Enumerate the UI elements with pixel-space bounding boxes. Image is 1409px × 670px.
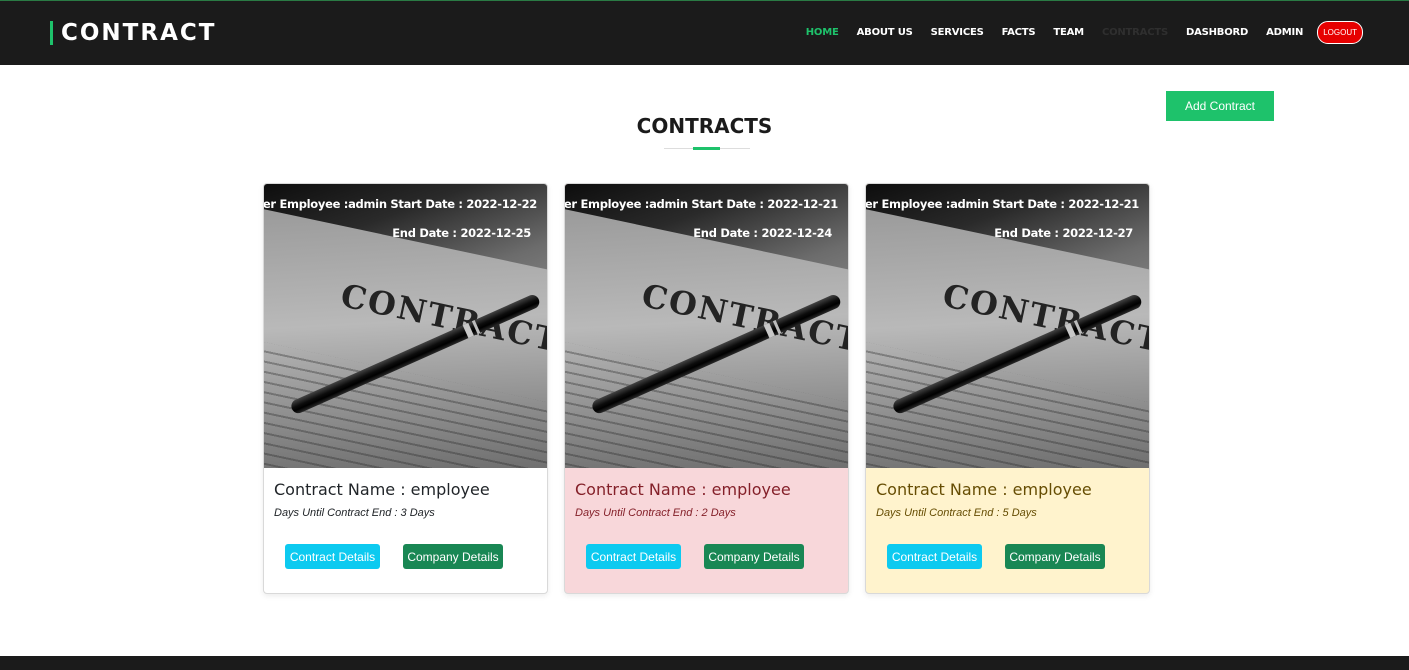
contract-card-image: CONTRACT Officer Employee :admin Start D…: [264, 184, 547, 468]
brand-accent-bar: [50, 21, 53, 45]
contract-name: Contract Name : employee: [876, 480, 1092, 499]
contract-card-image: CONTRACT Officer Employee :admin Start D…: [565, 184, 848, 468]
card-officer-start-date: Officer Employee :admin Start Date : 202…: [866, 197, 1139, 211]
logout-button[interactable]: LOGOUT: [1317, 21, 1363, 44]
title-divider-accent: [693, 147, 720, 150]
contract-card-image: CONTRACT Officer Employee :admin Start D…: [866, 184, 1149, 468]
contract-card-body: Contract Name : employee Days Until Cont…: [866, 468, 1149, 593]
card-officer-start-date: Officer Employee :admin Start Date : 202…: [565, 197, 838, 211]
nav-menu: HOME ABOUT US SERVICES FACTS TEAM CONTRA…: [788, 21, 1363, 44]
card-end-date: End Date : 2022-12-25: [392, 226, 531, 240]
card-end-date: End Date : 2022-12-24: [693, 226, 832, 240]
company-details-button[interactable]: Company Details: [1005, 544, 1105, 569]
card-actions: Contract Details Company Details: [285, 544, 503, 569]
contract-name: Contract Name : employee: [575, 480, 791, 499]
company-details-button[interactable]: Company Details: [403, 544, 503, 569]
nav-item-admin[interactable]: ADMIN: [1266, 27, 1303, 38]
contract-details-button[interactable]: Contract Details: [285, 544, 380, 569]
days-until-end: Days Until Contract End : 3 Days: [274, 507, 435, 519]
contract-card: CONTRACT Officer Employee :admin Start D…: [564, 183, 849, 594]
contract-card-body: Contract Name : employee Days Until Cont…: [565, 468, 848, 593]
nav-item-home[interactable]: HOME: [806, 27, 839, 38]
top-navbar: CONTRACT HOME ABOUT US SERVICES FACTS TE…: [0, 0, 1409, 65]
contract-card: CONTRACT Officer Employee :admin Start D…: [865, 183, 1150, 594]
contract-card-body: Contract Name : employee Days Until Cont…: [264, 468, 547, 593]
contract-details-button[interactable]: Contract Details: [586, 544, 681, 569]
nav-item-dashboard[interactable]: DASHBORD: [1186, 27, 1248, 38]
card-actions: Contract Details Company Details: [887, 544, 1105, 569]
contract-details-button[interactable]: Contract Details: [887, 544, 982, 569]
card-officer-start-date: Officer Employee :admin Start Date : 202…: [264, 197, 537, 211]
days-until-end: Days Until Contract End : 2 Days: [575, 507, 736, 519]
nav-item-services[interactable]: SERVICES: [931, 27, 984, 38]
nav-item-team[interactable]: TEAM: [1053, 27, 1084, 38]
nav-item-about-us[interactable]: ABOUT US: [857, 27, 913, 38]
card-actions: Contract Details Company Details: [586, 544, 804, 569]
brand-name: CONTRACT: [61, 20, 217, 46]
nav-item-contracts[interactable]: CONTRACTS: [1102, 27, 1168, 38]
nav-item-facts[interactable]: FACTS: [1002, 27, 1036, 38]
contract-card: CONTRACT Officer Employee :admin Start D…: [263, 183, 548, 594]
company-details-button[interactable]: Company Details: [704, 544, 804, 569]
days-until-end: Days Until Contract End : 5 Days: [876, 507, 1037, 519]
card-end-date: End Date : 2022-12-27: [994, 226, 1133, 240]
brand-logo[interactable]: CONTRACT: [50, 20, 216, 46]
footer-bar: [0, 656, 1409, 670]
contract-name: Contract Name : employee: [274, 480, 490, 499]
add-contract-button[interactable]: Add Contract: [1166, 91, 1274, 121]
